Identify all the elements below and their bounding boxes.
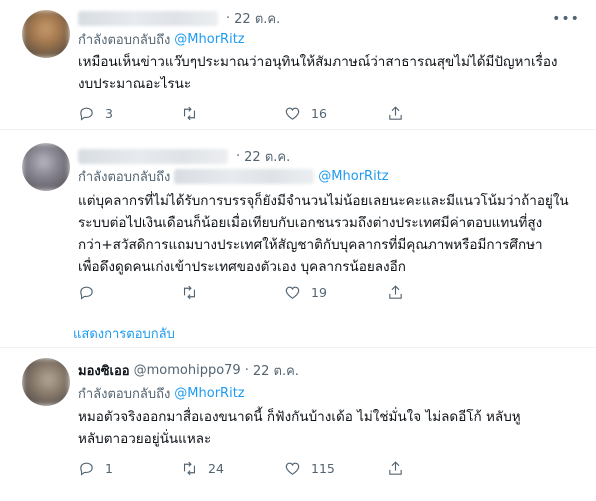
- tweet-text-line: กว่า+สวัสดิการแถมบางประเทศให้สัญชาติกับบ…: [78, 237, 543, 253]
- like-count: 19: [311, 284, 327, 300]
- reply-button[interactable]: [78, 284, 181, 301]
- tweet-header: · 22 ต.ค.: [78, 9, 280, 27]
- tweet-text-line: เพื่อดึงดูดคนเก่งเข้าประเทศของตัวเอง บุค…: [78, 259, 406, 275]
- blurred-mention: [174, 168, 315, 184]
- reply-icon: [80, 462, 93, 476]
- retweet-count: 24: [208, 460, 224, 476]
- mention-link[interactable]: @MhorRitz: [174, 386, 244, 401]
- like-button[interactable]: 115: [284, 460, 387, 477]
- like-button[interactable]: 16: [284, 105, 387, 122]
- retweet-icon: [183, 285, 196, 299]
- blurred-author-name: [78, 148, 228, 164]
- author-handle[interactable]: @momohippo79: [134, 363, 241, 378]
- replying-to: กำลังตอบกลับถึง @MhorRitz: [78, 384, 245, 402]
- replying-to-label: กำลังตอบกลับถึง: [78, 169, 171, 185]
- tweet-timestamp[interactable]: 22 ต.ค.: [253, 360, 299, 381]
- tweet[interactable]: · 22 ต.ค. กำลังตอบกลับถึง @MhorRitz แต่บ…: [0, 130, 596, 315]
- reply-icon: [80, 286, 93, 300]
- replying-to: กำลังตอบกลับถึง @MhorRitz: [78, 167, 389, 185]
- avatar[interactable]: [22, 358, 70, 406]
- share-button[interactable]: [387, 105, 490, 122]
- like-count: 16: [311, 105, 327, 121]
- tweet[interactable]: · 22 ต.ค. ••• กำลังตอบกลับถึง @MhorRitz …: [0, 0, 596, 128]
- like-icon: [285, 286, 300, 299]
- mention-link[interactable]: @MhorRitz: [174, 32, 244, 47]
- retweet-button[interactable]: [181, 284, 284, 301]
- tweet-header: · 22 ต.ค.: [78, 147, 290, 165]
- like-count: 115: [311, 460, 335, 476]
- separator-dot: ·: [236, 148, 241, 164]
- blurred-author-name: [78, 10, 218, 26]
- like-icon: [285, 462, 300, 475]
- separator-dot: ·: [244, 362, 249, 378]
- replying-to: กำลังตอบกลับถึง @MhorRitz: [78, 30, 245, 48]
- reply-count: 3: [105, 105, 113, 121]
- share-icon: [389, 284, 402, 299]
- retweet-button[interactable]: 24: [181, 460, 284, 477]
- share-button[interactable]: [387, 284, 490, 301]
- tweet-actions: 19: [78, 282, 490, 302]
- like-icon: [285, 107, 300, 120]
- tweet-text-line: เหมือนเห็นข่าวแว๊บๆประมาณว่าอนุทินให้สัม…: [78, 54, 558, 70]
- retweet-icon: [183, 461, 196, 475]
- share-button[interactable]: [387, 460, 490, 477]
- tweet-timestamp[interactable]: 22 ต.ค.: [244, 146, 290, 167]
- reply-count: 1: [105, 460, 113, 476]
- replying-to-label: กำลังตอบกลับถึง: [78, 386, 171, 402]
- author-name[interactable]: มองซิเออ: [78, 360, 130, 381]
- share-icon: [389, 460, 402, 475]
- reply-button[interactable]: 1: [78, 460, 181, 477]
- show-replies-link[interactable]: แสดงการตอบกลับ: [73, 323, 175, 344]
- replying-to-label: กำลังตอบกลับถึง: [78, 32, 171, 48]
- separator-dot: ·: [226, 10, 231, 26]
- tweet-text: หมอตัวจริงออกมาสื่อเองขนาดนี้ ก็ฟังกันบ้…: [78, 406, 578, 450]
- tweet-header: มองซิเออ @momohippo79 · 22 ต.ค.: [78, 361, 299, 379]
- mention-link[interactable]: @MhorRitz: [318, 169, 388, 184]
- tweet-text-line: แต่บุคลากรที่ไม่ได้รับการบรรจุก็ยังมีจำน…: [78, 193, 569, 209]
- tweet-text-line: ระบบต่อไปเงินเดือนก็น้อยเมื่อเทียบกับเอก…: [78, 215, 543, 231]
- tweet-text: แต่บุคลากรที่ไม่ได้รับการบรรจุก็ยังมีจำน…: [78, 190, 578, 278]
- tweet-actions: 3 16: [78, 103, 490, 123]
- more-icon[interactable]: •••: [552, 10, 579, 28]
- tweet[interactable]: มองซิเออ @momohippo79 · 22 ต.ค. กำลังตอบ…: [0, 348, 596, 501]
- tweet-timestamp[interactable]: 22 ต.ค.: [234, 8, 280, 29]
- avatar[interactable]: [22, 10, 70, 58]
- tweet-text-line: หมอตัวจริงออกมาสื่อเองขนาดนี้ ก็ฟังกันบ้…: [78, 409, 521, 425]
- tweet-actions: 1 24 115: [78, 458, 490, 478]
- share-icon: [389, 105, 402, 120]
- retweet-icon: [183, 106, 196, 120]
- reply-button[interactable]: 3: [78, 105, 181, 122]
- retweet-button[interactable]: [181, 105, 284, 122]
- avatar[interactable]: [22, 143, 70, 191]
- tweet-text-line: หลับตาอวยอยู่นั่นแหละ: [78, 431, 212, 447]
- tweet-text-line: งบประมาณอะไรนะ: [78, 76, 192, 92]
- like-button[interactable]: 19: [284, 284, 387, 301]
- tweet-text: เหมือนเห็นข่าวแว๊บๆประมาณว่าอนุทินให้สัม…: [78, 51, 578, 95]
- reply-icon: [80, 107, 93, 121]
